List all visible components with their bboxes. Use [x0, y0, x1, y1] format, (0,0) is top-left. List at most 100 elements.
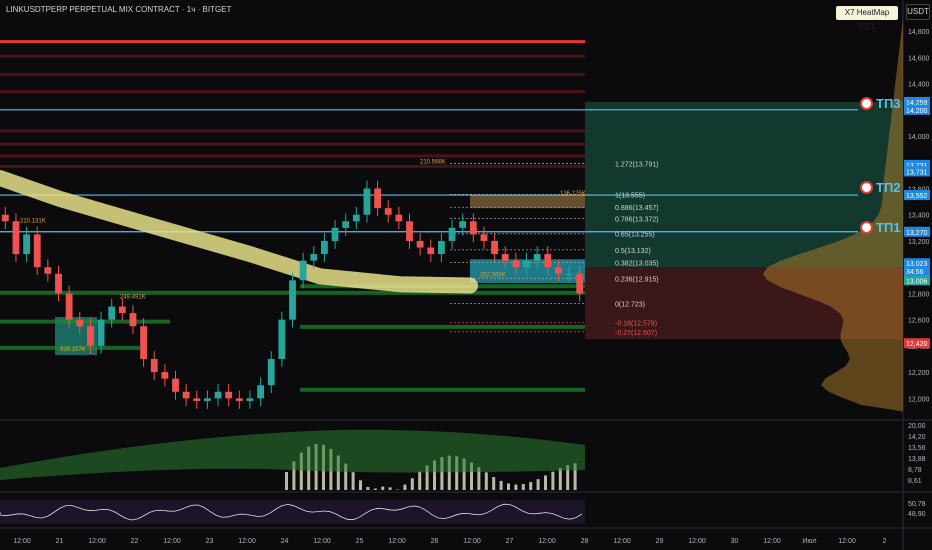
fib-label: 0.5(13.132) — [615, 248, 651, 255]
time-tick-label: 24 — [281, 538, 289, 545]
oscillator-bar — [373, 488, 377, 490]
oscillator-bar — [521, 483, 525, 490]
liquidity-band-green — [300, 387, 585, 392]
time-tick-label: 25 — [356, 538, 364, 545]
candle — [299, 260, 307, 281]
symbol-title[interactable]: LINKUSDTPERP PERPETUAL MIX CONTRACT · 1ч… — [6, 5, 231, 14]
oscillator-bar — [499, 480, 503, 490]
target-1-icon — [860, 221, 873, 234]
candle — [363, 188, 371, 215]
candle — [257, 385, 264, 399]
candle — [55, 273, 62, 294]
oscillator-tick-label: 8,78 — [908, 467, 922, 474]
rsi-tick-label: 50,78 — [908, 501, 926, 508]
time-tick-label: 12:00 — [538, 538, 556, 545]
fib-label: 0.786(13.372) — [615, 216, 659, 223]
oscillator-bar — [351, 472, 355, 490]
candle — [352, 214, 360, 222]
price-badge-label: 14,200 — [906, 108, 928, 115]
oscillator-bar — [381, 486, 385, 490]
candle — [140, 326, 147, 359]
fib-label: 1(13.555) — [615, 192, 645, 199]
price-badge-label: 13,006 — [906, 278, 928, 285]
candle — [108, 306, 116, 320]
fib-label: 1.272(13.791) — [615, 161, 659, 168]
oscillator-bar — [285, 472, 288, 490]
price-tick-label: 13,200 — [908, 239, 930, 246]
rsi-tick-label: 48,90 — [908, 511, 926, 518]
time-tick-label: 12:00 — [388, 538, 406, 545]
candle — [182, 391, 190, 399]
candle — [97, 319, 105, 346]
candle — [310, 254, 318, 261]
fib-label: 0(12.723) — [615, 302, 645, 309]
oscillator-bar — [403, 484, 407, 490]
liquidity-band-red — [0, 54, 585, 58]
indicator-badge[interactable]: X7 HeatMap V3.1 — [836, 6, 898, 31]
volume-label: 136.125K — [560, 191, 586, 197]
liquidity-band-green — [0, 319, 170, 324]
price-tick-label: 12,600 — [908, 318, 930, 325]
candle — [204, 398, 211, 401]
candle — [384, 208, 392, 215]
candle — [12, 221, 20, 255]
candle — [459, 221, 467, 228]
fib-label: 0.236(12.915) — [615, 276, 659, 283]
oscillator-bar — [514, 484, 518, 490]
oscillator-tick-label: 14,20 — [908, 434, 926, 441]
time-tick-label: 12:00 — [238, 538, 256, 545]
candle — [501, 254, 509, 261]
candle — [448, 227, 456, 241]
candle — [406, 221, 413, 241]
price-tick-label: 12,200 — [908, 370, 930, 377]
candle — [129, 313, 137, 327]
candle — [87, 326, 94, 346]
candle — [491, 240, 498, 255]
time-tick-label: 12:00 — [838, 538, 856, 545]
price-tick-label: 12,800 — [908, 291, 930, 298]
liquidity-band-red — [0, 164, 585, 168]
candle — [278, 319, 286, 359]
target-2-icon — [860, 181, 873, 194]
oscillator-bar — [507, 483, 510, 490]
price-badge-label: 13,270 — [906, 230, 928, 237]
volume-label: 252.565K — [480, 272, 506, 278]
price-badge-label: 34:56 — [906, 269, 924, 276]
time-tick-label: Июл — [802, 538, 816, 545]
candle — [235, 398, 243, 401]
time-tick-label: 22 — [131, 538, 139, 545]
time-tick-label: 27 — [506, 538, 514, 545]
candle — [44, 267, 52, 274]
oscillator-bar — [484, 472, 488, 490]
time-tick-label: 23 — [206, 538, 214, 545]
oscillator-bar — [418, 471, 422, 490]
oscillator-bar — [536, 479, 540, 490]
price-tick-label: 12,000 — [908, 396, 930, 403]
candle — [576, 273, 584, 294]
oscillator-tick-label: 13,56 — [908, 445, 926, 452]
candle — [33, 234, 41, 268]
price-badge-label: 13,731 — [906, 169, 928, 176]
candle — [267, 358, 275, 386]
candle — [469, 221, 477, 235]
time-tick-label: 12:00 — [763, 538, 781, 545]
oscillator-bar — [551, 471, 555, 490]
time-tick-label: 12:00 — [88, 538, 106, 545]
oscillator-bar — [529, 482, 533, 490]
candle — [65, 293, 73, 320]
fib-label: 0.382(13.035) — [615, 261, 659, 268]
volume-label: 249.491K — [120, 295, 146, 301]
oscillator-tick-label: 8,61 — [908, 478, 922, 485]
time-tick-label: 12:00 — [13, 538, 31, 545]
rsi-panel-band — [0, 500, 585, 524]
candle — [374, 188, 381, 209]
candle — [225, 391, 233, 399]
fib-label: 0.65(13.255) — [615, 232, 655, 239]
time-tick-label: 12:00 — [463, 538, 481, 545]
oscillator-bar — [492, 477, 496, 490]
price-badge-label: 13,552 — [906, 193, 928, 200]
candle — [416, 240, 424, 248]
currency-label[interactable]: USDT — [906, 4, 930, 20]
candle — [1, 214, 9, 222]
time-tick-label: 12:00 — [163, 538, 181, 545]
